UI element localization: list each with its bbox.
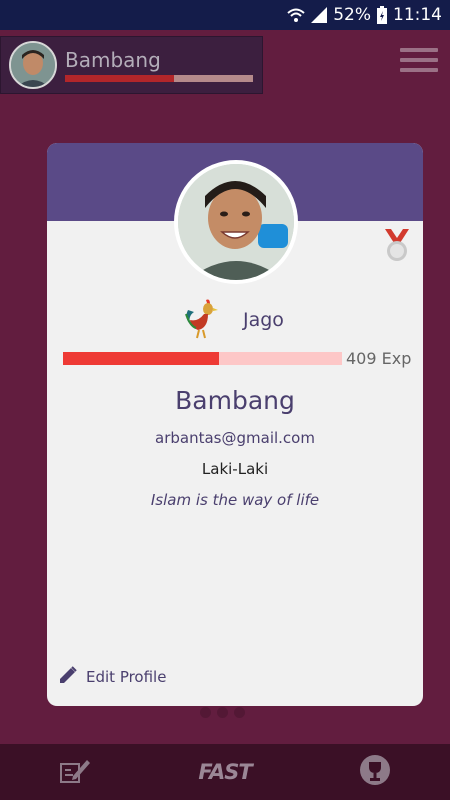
quiz-icon [59,756,91,788]
wifi-icon [287,7,305,23]
pencil-icon [59,666,77,688]
user-progress-bar [65,75,253,82]
profile-gender: Laki-Laki [201,460,269,478]
nav-fast[interactable]: FAST [195,752,255,792]
user-progress-fill [65,75,175,82]
profile-card: Jago 409 Exp Bambang arbantas@gmail.com … [47,143,423,706]
bottom-nav: FAST [0,744,450,800]
exp-bar [63,352,342,365]
profile-name: Bambang [175,386,295,415]
page-dot[interactable] [217,707,228,718]
user-name: Bambang [65,48,161,72]
edit-profile-label: Edit Profile [86,668,167,686]
user-chip[interactable]: Bambang [0,36,263,94]
exp-value: 409 Exp [346,349,412,368]
nav-trophy[interactable] [345,752,405,792]
page-dot[interactable] [234,707,245,718]
rooster-icon [184,298,224,340]
battery-icon [377,6,387,24]
trophy-icon [359,754,391,790]
status-bar: 52% 11:14 [0,0,450,30]
rank-row: Jago [47,296,423,342]
menu-icon[interactable] [400,48,438,74]
profile-email: arbantas@gmail.com [155,429,315,447]
exp-row: 409 Exp [63,349,413,368]
page-dot[interactable] [200,707,211,718]
signal-icon [311,7,328,23]
medal-icon [383,229,411,265]
fast-logo: FAST [198,760,252,784]
battery-percentage: 52% [333,5,371,25]
profile-avatar[interactable] [174,160,298,284]
avatar [9,41,57,89]
edit-profile-button[interactable]: Edit Profile [59,665,166,689]
nav-quiz[interactable] [45,752,105,792]
exp-bar-fill [63,352,220,365]
profile-motto: Islam is the way of life [150,491,320,509]
page-indicator [200,707,245,718]
clock: 11:14 [393,5,442,25]
rank-label: Jago [243,309,284,331]
